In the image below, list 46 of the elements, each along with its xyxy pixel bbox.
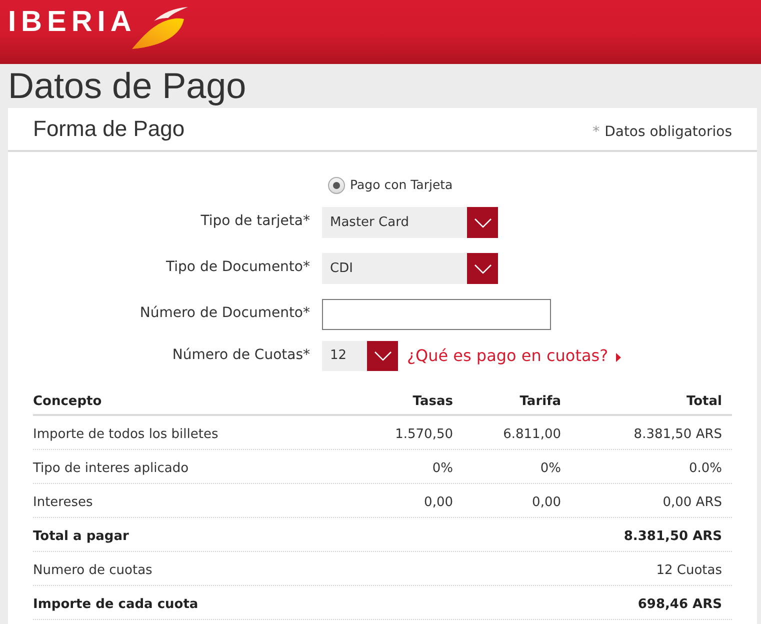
caret-right-icon bbox=[616, 352, 622, 362]
logo[interactable]: IBERIA bbox=[8, 8, 136, 37]
column-header: Tarifa bbox=[518, 393, 561, 412]
dropdown-button[interactable] bbox=[467, 253, 498, 284]
dropdown-button[interactable] bbox=[367, 341, 398, 371]
table-cell: 0.0% bbox=[688, 460, 722, 476]
swoosh-logo-icon bbox=[132, 7, 188, 49]
column-header: Concepto bbox=[33, 393, 103, 412]
help-link[interactable]: ¿Qué es pago en cuotas? bbox=[407, 344, 622, 368]
table-cell: 0,00 bbox=[424, 494, 453, 510]
field-label: Tipo de Documento* bbox=[165, 258, 310, 277]
table-cell: 0,00 bbox=[532, 494, 561, 510]
table-cell: 0% bbox=[432, 460, 453, 476]
field-label: Tipo de tarjeta* bbox=[200, 212, 310, 231]
table-cell: 6.811,00 bbox=[503, 426, 561, 442]
chevron-down-icon bbox=[374, 351, 392, 361]
select-field[interactable]: Master Card bbox=[322, 207, 467, 238]
field-label: Número de Cuotas* bbox=[171, 346, 310, 365]
table-cell: Importe de todos los billetes bbox=[33, 426, 218, 442]
required-note: Datos obligatorios bbox=[604, 123, 732, 142]
chevron-down-icon bbox=[474, 218, 492, 228]
table-cell: Importe de cada cuota bbox=[33, 596, 198, 612]
table-cell: 8.381,50 ARS bbox=[634, 426, 722, 442]
required-mark: * bbox=[592, 123, 600, 142]
table-cell: Total a pagar bbox=[33, 528, 129, 544]
radio-label: Pago con Tarjeta bbox=[350, 176, 453, 194]
dropdown-button[interactable] bbox=[467, 207, 498, 238]
column-header: Total bbox=[685, 393, 723, 412]
input-field[interactable] bbox=[322, 299, 551, 330]
select-field[interactable]: CDI bbox=[322, 253, 467, 284]
table-cell: Intereses bbox=[33, 494, 93, 510]
page-title: Datos de Pago bbox=[8, 68, 246, 104]
table-cell: 12 Cuotas bbox=[656, 562, 722, 578]
section-title: Forma de Pago bbox=[33, 115, 185, 143]
table-cell: Numero de cuotas bbox=[33, 562, 152, 578]
table-cell: 698,46 ARS bbox=[638, 596, 722, 612]
select-field[interactable]: 12 bbox=[322, 341, 367, 371]
column-header: Tasas bbox=[412, 393, 453, 412]
radio-button[interactable] bbox=[328, 176, 345, 194]
field-label: Número de Documento* bbox=[138, 304, 310, 323]
table-cell: 0% bbox=[540, 460, 561, 476]
table-cell: 8.381,50 ARS bbox=[624, 528, 722, 544]
table-cell: 0,00 ARS bbox=[662, 494, 722, 510]
table-cell: Tipo de interes aplicado bbox=[33, 460, 189, 476]
table-cell: 1.570,50 bbox=[395, 426, 453, 442]
chevron-down-icon bbox=[474, 264, 492, 274]
